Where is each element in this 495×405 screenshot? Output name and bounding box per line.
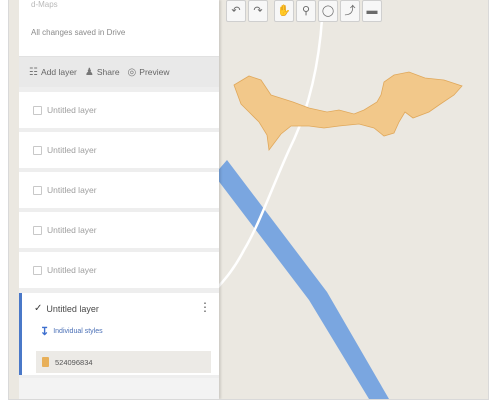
feature-label: 524096834 xyxy=(55,357,93,367)
active-layer-label[interactable]: Untitled layer xyxy=(46,304,99,314)
undo-icon[interactable]: ↶ xyxy=(226,0,246,22)
add-layer-label: Add layer xyxy=(40,67,77,77)
preview-button[interactable]: ◎ Preview xyxy=(128,67,170,78)
share-label: Share xyxy=(96,67,120,77)
layer-item[interactable]: Untitled layer xyxy=(19,252,219,288)
map-toolbar: ↶ ↷ ✋ ⚲ ◯ ⤴ ▬ xyxy=(226,0,382,24)
hand-icon[interactable]: ✋ xyxy=(274,0,294,22)
directions-icon[interactable]: ⤴ xyxy=(340,0,360,22)
layer-label: Untitled layer xyxy=(47,225,97,235)
draw-line-icon[interactable]: ◯ xyxy=(318,0,338,22)
layer-item[interactable]: Untitled layer xyxy=(19,212,219,248)
active-layer-row: ✓ Untitled layer xyxy=(34,303,99,314)
layer-checkbox[interactable] xyxy=(33,185,42,195)
more-options-icon[interactable]: ⋮ xyxy=(199,301,211,313)
redo-icon[interactable]: ↷ xyxy=(248,0,268,22)
panel-footer xyxy=(19,378,219,399)
save-status: All changes saved in Drive xyxy=(31,28,126,37)
layer-checked-icon[interactable]: ✓ xyxy=(34,303,42,314)
layer-checkbox[interactable] xyxy=(33,225,42,235)
layer-checkbox[interactable] xyxy=(33,145,42,155)
layer-label: Untitled layer xyxy=(47,265,97,275)
layer-item[interactable]: Untitled layer xyxy=(19,92,219,128)
layer-checkbox[interactable] xyxy=(33,105,42,115)
screenshot-frame: ↶ ↷ ✋ ⚲ ◯ ⤴ ▬ d-Maps All changes saved i… xyxy=(8,0,489,400)
layer-label: Untitled layer xyxy=(47,105,97,115)
panel-actions: ☷ Add layer ♟ Share ◎ Preview xyxy=(19,57,219,87)
map-title[interactable]: d-Maps xyxy=(31,0,58,9)
polygon-swatch-icon xyxy=(42,357,49,367)
layer-checkbox[interactable] xyxy=(33,265,42,275)
active-layer[interactable]: ✓ Untitled layer ⋮ ↧ Individual styles 5… xyxy=(19,293,219,375)
ruler-icon[interactable]: ▬ xyxy=(362,0,382,22)
share-icon: ♟ xyxy=(84,66,94,78)
preview-icon: ◎ xyxy=(127,66,137,78)
layer-item[interactable]: Untitled layer xyxy=(19,172,219,208)
layer-label: Untitled layer xyxy=(47,185,97,195)
individual-styles-link[interactable]: ↧ Individual styles xyxy=(40,325,103,338)
layers-panel: d-Maps All changes saved in Drive ☷ Add … xyxy=(19,0,219,399)
layer-label: Untitled layer xyxy=(47,145,97,155)
layer-item[interactable]: Untitled layer xyxy=(19,132,219,168)
share-button[interactable]: ♟ Share xyxy=(85,67,120,78)
marker-icon[interactable]: ⚲ xyxy=(296,0,316,22)
add-layer-icon: ☷ xyxy=(29,66,38,78)
preview-label: Preview xyxy=(139,67,170,77)
panel-header: d-Maps All changes saved in Drive xyxy=(19,0,219,57)
individual-styles-label: Individual styles xyxy=(53,328,103,335)
paint-roller-icon: ↧ xyxy=(40,326,50,338)
add-layer-button[interactable]: ☷ Add layer xyxy=(29,67,77,78)
feature-item[interactable]: 524096834 xyxy=(36,351,211,373)
